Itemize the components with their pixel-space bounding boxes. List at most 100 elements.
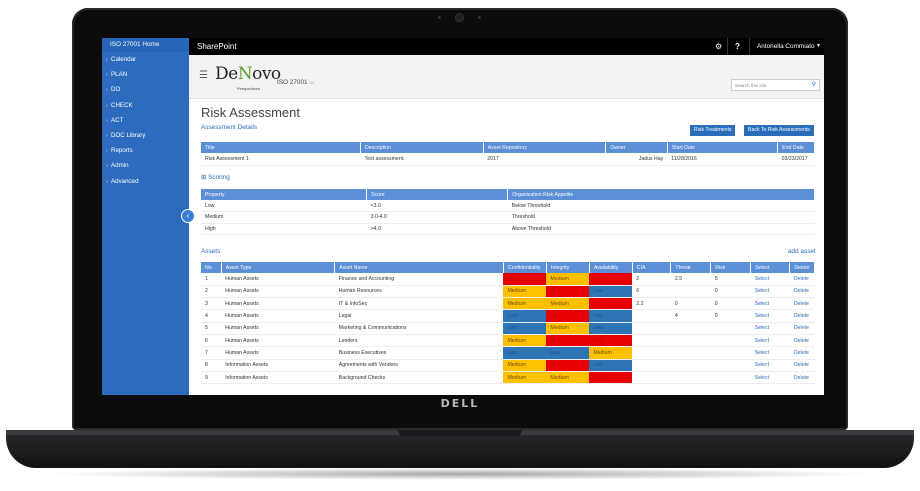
threat-value [670, 285, 711, 299]
scoring-toggle[interactable]: ⊞ Scoring [201, 173, 230, 181]
risk-value: 0 [710, 297, 751, 311]
column-header: Property [201, 189, 368, 200]
column-header: Availability [589, 262, 633, 273]
column-header: Asset Type [221, 262, 336, 273]
select-link[interactable]: Select [750, 297, 790, 311]
back-to-risk-assessments-button[interactable]: Back To Risk Assessments [744, 125, 814, 136]
table-cell: 11/28/2016 [667, 153, 778, 166]
rating-cell-int: Medium [546, 371, 590, 385]
chevron-down-icon[interactable]: ▼ [816, 38, 821, 55]
rating-cell-int: High [546, 309, 590, 323]
nav-item-label: Reports [111, 147, 133, 155]
nav-item-label: PLAN [111, 71, 128, 79]
cia-value: 2.2 [632, 297, 671, 311]
asset-type: Human Assets [221, 309, 335, 323]
asset-type: Human Assets [221, 322, 335, 335]
select-link[interactable]: Select [750, 359, 790, 372]
table-cell: Below Threshold [507, 200, 815, 213]
asset-name: Business Executives [334, 346, 504, 360]
add-asset-link[interactable]: add asset [788, 248, 816, 255]
row-number: 4 [201, 309, 222, 323]
delete-link[interactable]: Delete [789, 322, 815, 335]
select-link[interactable]: Select [750, 273, 790, 286]
rating-cell-conf: Medium [503, 285, 547, 299]
threat-value: 0 [670, 297, 711, 311]
nav-item-label: CHECK [111, 101, 133, 109]
risk-value: 0 [710, 285, 751, 299]
scoring-table: Property Score Organization Risk Appetite … [201, 189, 815, 236]
site-header: ☰ DeNovo Perspectives ISO 27001 ⌵ Search… [189, 55, 824, 99]
delete-link[interactable]: Delete [789, 346, 815, 360]
nav-item-label: Calendar [111, 56, 137, 63]
nav-item-check[interactable]: › CHECK [102, 98, 189, 113]
row-number: 3 [201, 297, 222, 311]
nav-item-calendar[interactable]: › Calendar [102, 52, 189, 67]
table-cell: Risk Assessment 1 [201, 153, 361, 166]
column-header: Asset Name [334, 262, 504, 273]
nav-item-admin[interactable]: › Admin [102, 158, 189, 173]
select-link[interactable]: Select [750, 371, 790, 385]
nav-item-reports[interactable]: › Reports [102, 143, 189, 158]
table-cell: <3.0 [366, 200, 508, 213]
select-link[interactable]: Select [750, 322, 790, 335]
app-title[interactable]: SharePoint [197, 38, 237, 55]
cia-value [632, 359, 671, 372]
search-icon[interactable]: ⚲ [812, 80, 816, 91]
rating-cell-conf: Medium [503, 371, 547, 385]
threat-value [670, 371, 711, 385]
cia-value [632, 346, 671, 360]
select-link[interactable]: Select [750, 285, 790, 299]
table-cell: Jadus Hay [605, 153, 668, 166]
nav-item-doc-library[interactable]: › DOC Library [102, 128, 189, 143]
delete-link[interactable]: Delete [789, 273, 815, 286]
asset-name: Marketing & Communications [334, 322, 504, 335]
rating-cell-conf: Low [503, 346, 547, 360]
sharepoint-topbar: SharePoint ⚙ ? Antonella Commiato ▼ [189, 38, 824, 55]
nav-item-act[interactable]: › ACT [102, 113, 189, 128]
delete-link[interactable]: Delete [789, 297, 815, 311]
help-icon[interactable]: ? [735, 38, 740, 55]
rating-cell-int: Medium [546, 273, 590, 286]
delete-link[interactable]: Delete [789, 309, 815, 323]
sensor-dot [438, 16, 441, 19]
row-number: 6 [201, 334, 222, 348]
table-cell: 2017 [483, 153, 606, 166]
cia-value [632, 371, 671, 385]
nav-item-do[interactable]: › DO [102, 82, 189, 97]
site-logo[interactable]: DeNovo [215, 64, 281, 84]
search-input[interactable]: Search this site ⚲ [731, 79, 820, 91]
search-placeholder: Search this site [735, 83, 767, 88]
select-link[interactable]: Select [750, 334, 790, 348]
site-title-dropdown[interactable]: ISO 27001 ⌵ [277, 79, 314, 87]
risk-value [710, 359, 751, 372]
collapse-nav-button[interactable]: ‹ [181, 209, 195, 223]
nav-home-link[interactable]: ISO 27001 Home [102, 38, 189, 52]
gear-icon[interactable]: ⚙ [715, 38, 722, 55]
nav-item-advanced[interactable]: › Advanced [102, 174, 189, 189]
rating-cell-int: High [546, 334, 590, 348]
asset-type: Human Assets [221, 273, 335, 286]
asset-type: Human Assets [221, 297, 335, 311]
table-row: Risk Assessment 1 Test assessment. 2017 Jad… [201, 153, 815, 166]
asset-type: Human Assets [221, 285, 335, 299]
nav-item-plan[interactable]: › PLAN [102, 67, 189, 82]
select-link[interactable]: Select [750, 346, 790, 360]
user-name[interactable]: Antonella Commiato [757, 38, 815, 55]
cia-value: 6 [632, 285, 671, 299]
delete-link[interactable]: Delete [789, 285, 815, 299]
rating-cell-avail: Low [589, 309, 633, 323]
select-link[interactable]: Select [750, 309, 790, 323]
column-header: Confidentiality [503, 262, 547, 273]
logo-tagline: Perspectives [237, 86, 260, 91]
delete-link[interactable]: Delete [789, 359, 815, 372]
table-row: 7 Human Assets Business Executives Low Low Me… [201, 346, 815, 360]
delete-link[interactable]: Delete [789, 334, 815, 348]
table-row: 2 Human Assets Human Resources Medium High Lo… [201, 285, 815, 299]
assessment-details-heading: Assessment Details [201, 124, 258, 131]
threat-value [670, 359, 711, 372]
delete-link[interactable]: Delete [789, 371, 815, 385]
risk-treatments-button[interactable]: Risk Treatments [690, 125, 736, 136]
risk-value [710, 371, 751, 385]
rating-cell-conf: Medium [503, 359, 547, 372]
menu-icon[interactable]: ☰ [199, 70, 208, 81]
